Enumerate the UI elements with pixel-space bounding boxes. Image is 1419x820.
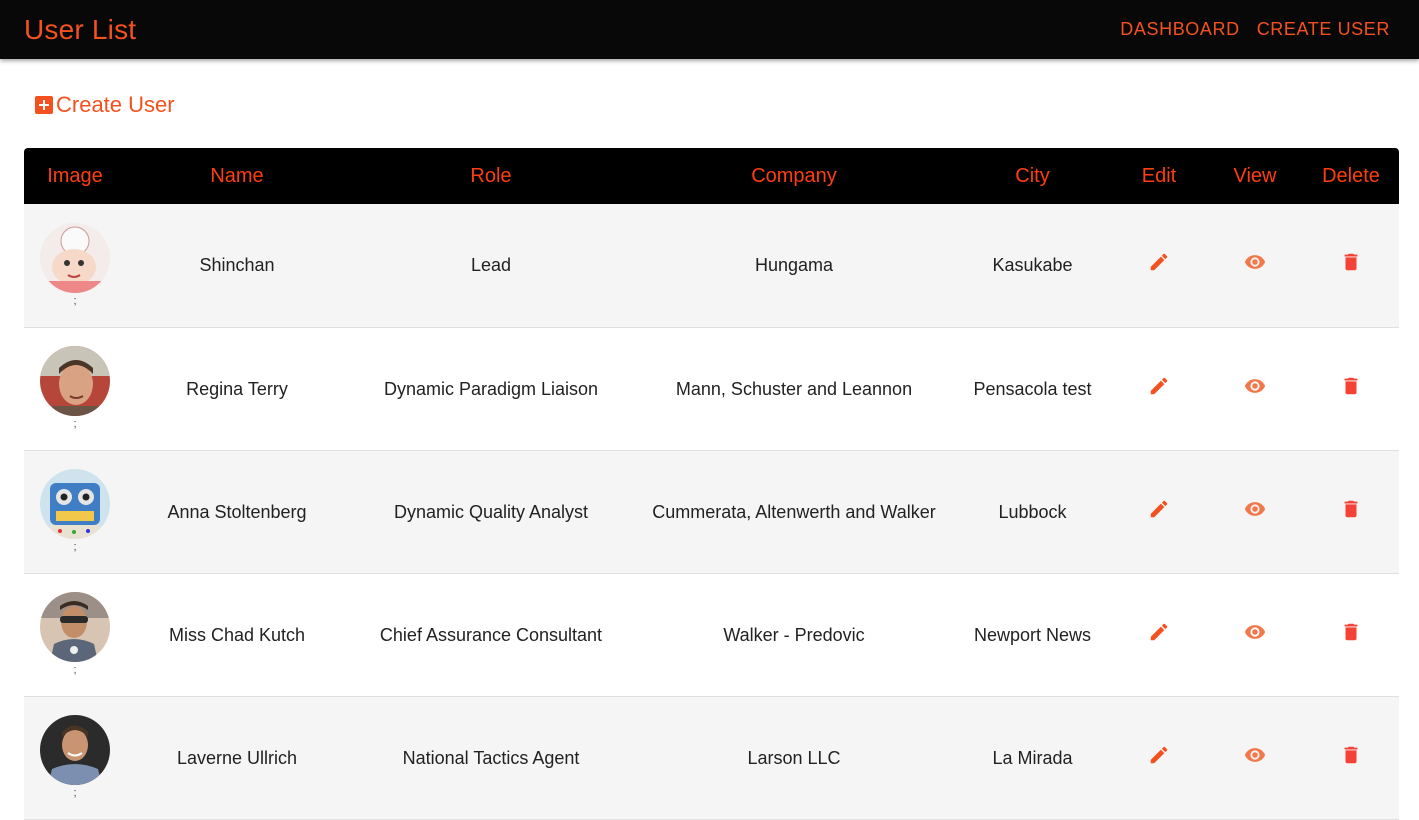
user-name: Regina Terry [186,378,288,399]
user-role: National Tactics Agent [402,747,580,768]
eye-icon[interactable] [1243,374,1267,398]
avatar-caption: ; [73,294,77,307]
pencil-icon[interactable] [1147,250,1171,274]
user-name: Miss Chad Kutch [168,624,306,645]
pencil-icon[interactable] [1147,497,1171,521]
create-user-label: Create User [56,92,175,117]
user-role: Dynamic Paradigm Liaison [383,378,599,399]
add-box-icon [35,96,53,114]
eye-icon[interactable] [1243,497,1267,521]
trash-icon[interactable] [1339,497,1363,521]
user-company: Cummerata, Altenwerth and Walker [652,501,936,522]
create-user-link[interactable]: Create User [35,92,175,118]
user-role: Dynamic Quality Analyst [393,501,589,522]
column-header-view: View [1233,164,1277,187]
nav-create-user-link[interactable]: CREATE USER [1257,19,1390,40]
avatar-caption: ; [73,787,77,799]
user-avatar-image [40,222,110,293]
eye-icon[interactable] [1243,743,1267,767]
user-city: Lubbock [998,501,1067,522]
nav-dashboard-link[interactable]: DASHBOARD [1120,19,1239,40]
user-city: Newport News [973,624,1092,645]
table-row: ; Shinchan Lead Hungama Kasukabe [24,204,1399,327]
user-company: Mann, Schuster and Leannon [675,378,913,399]
avatar-caption: ; [73,418,77,430]
column-header-role: Role [470,164,512,187]
user-company: Hungama [754,255,834,276]
table-row: ; Regina Terry Dynamic Paradigm Liaison … [24,327,1399,450]
pencil-icon[interactable] [1147,620,1171,644]
user-city: Pensacola test [973,378,1092,399]
column-header-image: Image [47,164,103,187]
trash-icon[interactable] [1339,620,1363,644]
user-avatar-image [40,346,110,416]
column-header-city: City [1015,164,1050,187]
user-avatar-image [40,469,110,539]
user-avatar-image [40,715,110,785]
page-title: User List [24,13,137,45]
trash-icon[interactable] [1339,374,1363,398]
user-city: Kasukabe [992,255,1073,276]
avatar-caption: ; [73,541,77,553]
user-avatar-image [40,592,110,662]
user-company: Walker - Predovic [723,624,865,645]
column-header-name: Name [210,164,264,187]
pencil-icon[interactable] [1147,374,1171,398]
user-name: Laverne Ullrich [176,747,298,768]
trash-icon[interactable] [1339,250,1363,274]
top-nav: DASHBOARD CREATE USER [1120,19,1390,40]
pencil-icon[interactable] [1147,743,1171,767]
user-table: Image Name Role Company City Edit View D… [24,148,1399,820]
user-name: Anna Stoltenberg [167,501,307,522]
user-company: Larson LLC [747,747,841,768]
column-header-edit: Edit [1141,164,1177,187]
avatar-caption: ; [73,664,77,676]
table-header-row: Image Name Role Company City Edit View D… [24,148,1399,204]
user-name: Shinchan [199,255,275,276]
column-header-delete: Delete [1322,164,1380,187]
user-city: La Mirada [992,747,1073,768]
column-header-company: Company [751,164,837,187]
user-role: Chief Assurance Consultant [379,624,603,645]
user-role: Lead [470,255,512,276]
table-row: ; Anna Stoltenberg Dynamic Quality Analy… [24,450,1399,573]
eye-icon[interactable] [1243,250,1267,274]
trash-icon[interactable] [1339,743,1363,767]
table-row: ; Laverne Ullrich National Tactics Agent… [24,696,1399,819]
table-row: ; Miss Chad Kutch Chief Assurance Consul… [24,573,1399,696]
app-bar: User List DASHBOARD CREATE USER [0,0,1419,59]
eye-icon[interactable] [1243,620,1267,644]
